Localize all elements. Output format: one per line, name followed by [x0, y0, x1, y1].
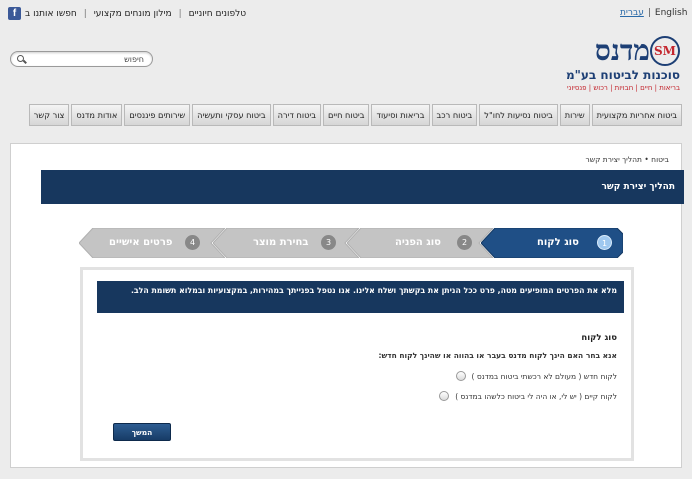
nav-item-home-insurance[interactable]: ביטוח דירה	[272, 104, 321, 126]
step-label: סוג לקוח	[537, 237, 579, 248]
find-us-text: חפשו אותנו ב	[25, 8, 77, 19]
logo-brand: מדנס	[594, 34, 650, 67]
top-link-separator: |	[83, 8, 87, 19]
page-title: תהליך יצירת קשר	[41, 170, 684, 204]
option-existing-client[interactable]: לקוח קיים ( יש לי, או היה לי ביטוח כלשהו…	[439, 391, 617, 401]
main-content: ביטוח • תהליך יצירת קשר תהליך יצירת קשר …	[10, 143, 684, 468]
nav-item-business-insurance[interactable]: ביטוח עסקי ותעשיה	[192, 104, 271, 126]
nav-item-about[interactable]: אודות מדנס	[71, 104, 123, 126]
step-number: 3	[321, 235, 336, 250]
step-client-type: 1 סוג לקוח	[481, 228, 623, 258]
option-label: לקוח חדש ( מעולם לא רכשתי ביטוח במדנס )	[471, 371, 617, 381]
site-logo[interactable]: SM מדנס סוכנות לביטוח בע"מ בריאות | חיים…	[540, 34, 680, 94]
logo-subline: בריאות | חיים | חבויות | רכוש | פנסיוני	[566, 84, 680, 92]
step-product-choice: 3 בחירת מוצר	[213, 228, 359, 258]
essential-phones-link[interactable]: טלפונים חיוניים	[189, 9, 246, 19]
step-number: 2	[457, 235, 472, 250]
option-label: לקוח קיים ( יש לי, או היה לי ביטוח כלשהו…	[455, 391, 617, 401]
step-number: 4	[185, 235, 200, 250]
nav-item-financial-services[interactable]: שירותים פיננסים	[124, 104, 191, 126]
step-inquiry-type: 2 סוג הפניה	[347, 228, 493, 258]
top-links: טלפונים חיוניים | מילון מונחים מקצועי | …	[8, 7, 246, 20]
nav-item-contact[interactable]: צור קשר	[28, 104, 70, 126]
language-switcher: עברית | English	[620, 8, 687, 18]
facebook-icon[interactable]: f	[8, 7, 21, 20]
nav-item-life-insurance[interactable]: ביטוח חיים	[322, 104, 370, 126]
breadcrumb-home-link[interactable]: ביטוח	[651, 155, 669, 164]
nav-item-professional-liability[interactable]: ביטוח אחריות מקצועית	[591, 104, 682, 126]
step-label: בחירת מוצר	[253, 237, 309, 248]
step-label: פרטים אישיים	[109, 237, 173, 248]
nav-item-travel-insurance[interactable]: ביטוח נסיעות לחו"ל	[479, 104, 558, 126]
next-button[interactable]: המשך	[113, 423, 171, 441]
section-title: סוג לקוח	[581, 333, 617, 343]
nav-item-service[interactable]: שירות	[559, 104, 590, 126]
main-nav: ביטוח אחריות מקצועית שירות ביטוח נסיעות …	[10, 104, 682, 126]
breadcrumb: ביטוח • תהליך יצירת קשר	[586, 155, 669, 164]
search-box	[10, 51, 153, 67]
top-bar: עברית | English טלפונים חיוניים | מילון מו…	[0, 0, 692, 28]
search-icon[interactable]	[17, 55, 24, 62]
lang-english-link[interactable]: English	[655, 8, 688, 18]
search-input[interactable]	[34, 53, 144, 65]
step-number: 1	[597, 235, 612, 250]
radio-new-client[interactable]	[455, 371, 466, 381]
breadcrumb-current: תהליך יצירת קשר	[585, 155, 642, 164]
form-notice: מלא את הפרטים המופיעים מטה, פרט ככל הנית…	[97, 281, 624, 313]
step-personal-details: 4 פרטים אישיים	[79, 228, 225, 258]
lang-separator: |	[647, 8, 651, 18]
top-link-separator: |	[178, 8, 182, 19]
step-label: סוג הפניה	[395, 237, 441, 248]
nav-item-car-insurance[interactable]: ביטוח רכב	[431, 104, 478, 126]
glossary-link[interactable]: מילון מונחים מקצועי	[94, 9, 172, 19]
form-box: מלא את הפרטים המופיעים מטה, פרט ככל הנית…	[80, 267, 634, 461]
logo-tagline: סוכנות לביטוח בע"מ	[565, 68, 680, 82]
client-type-question: אנא בחר האם הינך לקוח מדנס בעבר או בהווה…	[378, 351, 617, 360]
option-new-client[interactable]: לקוח חדש ( מעולם לא רכשתי ביטוח במדנס )	[455, 371, 617, 381]
wizard-steps: 4 פרטים אישיים 3 בחירת מוצר 2 סוג הפניה …	[79, 228, 623, 258]
lang-hebrew-link[interactable]: עברית	[620, 8, 644, 18]
logo-badge: SM	[650, 36, 680, 66]
breadcrumb-separator: •	[644, 155, 649, 164]
radio-existing-client[interactable]	[439, 391, 450, 401]
nav-item-health-care[interactable]: בריאות וסיעוד	[371, 104, 430, 126]
